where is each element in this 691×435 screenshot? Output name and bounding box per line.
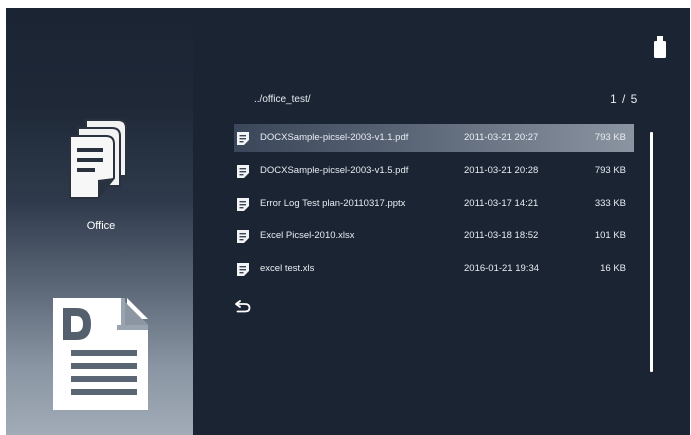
return-arrow-icon[interactable] [235, 299, 251, 313]
file-size: 101 KB [594, 230, 626, 241]
category-sidebar: Office [6, 8, 193, 435]
scrollbar[interactable] [650, 132, 653, 372]
file-date: 2011-03-21 20:27 [464, 132, 539, 143]
document-file-icon [237, 198, 249, 211]
file-date: 2011-03-17 14:21 [464, 198, 539, 209]
file-name: excel test.xls [260, 263, 315, 274]
current-path: ../office_test/ [254, 94, 311, 105]
file-size: 793 KB [594, 132, 626, 143]
file-size: 333 KB [594, 198, 626, 209]
file-size: 793 KB [594, 165, 626, 176]
file-row[interactable]: DOCXSample-picsel-2003-v1.5.pdf 2011-03-… [234, 157, 634, 185]
file-row[interactable]: excel test.xls 2016-01-21 19:34 16 KB [234, 255, 634, 283]
file-name: Excel Picsel-2010.xlsx [260, 230, 355, 241]
file-date: 2016-01-21 19:34 [464, 263, 540, 274]
document-file-icon [237, 230, 249, 243]
file-row[interactable]: Excel Picsel-2010.xlsx 2011-03-18 18:52 … [234, 222, 634, 250]
file-name: Error Log Test plan-20110317.pptx [260, 198, 406, 209]
file-name: DOCXSample-picsel-2003-v1.1.pdf [260, 132, 409, 143]
document-file-icon [237, 263, 249, 276]
word-doc-icon [53, 298, 148, 410]
document-file-icon [237, 165, 249, 178]
office-documents-icon[interactable] [68, 118, 130, 204]
file-date: 2011-03-18 18:52 [464, 230, 539, 241]
usb-drive-icon [654, 36, 666, 58]
category-label: Office [86, 220, 116, 232]
file-size: 16 KB [600, 263, 626, 274]
file-name: DOCXSample-picsel-2003-v1.5.pdf [260, 165, 409, 176]
file-date: 2011-03-21 20:28 [464, 165, 539, 176]
document-file-icon [237, 132, 249, 145]
file-row[interactable]: Error Log Test plan-20110317.pptx 2011-0… [234, 190, 634, 218]
media-player-screen: Office ../office_test/ 1 / 5 DOCXSample-… [6, 8, 690, 435]
page-indicator: 1 / 5 [610, 92, 639, 106]
file-row[interactable]: DOCXSample-picsel-2003-v1.1.pdf 2011-03-… [234, 124, 634, 152]
